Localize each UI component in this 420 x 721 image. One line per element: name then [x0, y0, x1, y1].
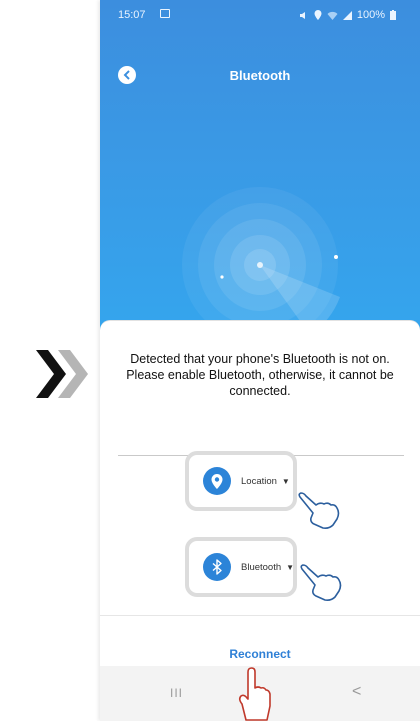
bluetooth-off-dialog: Detected that your phone's Bluetooth is … — [100, 320, 420, 721]
bluetooth-icon — [203, 553, 231, 581]
caret-down-icon: ▼ — [286, 562, 295, 572]
pointing-hand-icon — [298, 492, 340, 529]
caret-down-icon: ▼ — [281, 476, 290, 486]
mute-icon — [299, 11, 305, 19]
bluetooth-label: Bluetooth — [241, 561, 282, 573]
nav-back-button[interactable]: < — [352, 683, 361, 701]
battery-percent: 100% — [356, 9, 385, 21]
status-time: 15:07 — [118, 9, 146, 21]
location-label: Location — [241, 475, 277, 487]
phone-screen: 15:07 100% Bluetooth Detected that your … — [100, 0, 420, 721]
reconnect-button[interactable]: Reconnect — [100, 647, 420, 661]
bluetooth-permission-button[interactable]: Bluetooth ▼ — [185, 537, 297, 597]
bluetooth-off-message: Detected that your phone's Bluetooth is … — [126, 352, 394, 398]
location-permission-button[interactable]: Location ▼ — [185, 451, 297, 511]
battery-icon — [390, 10, 396, 20]
image-notification-icon — [160, 9, 170, 18]
divider — [100, 615, 420, 616]
pointing-hand-icon — [300, 564, 342, 601]
location-pin-icon — [203, 467, 231, 495]
bluetooth-header-panel: 15:07 100% Bluetooth — [100, 0, 420, 345]
page-title: Bluetooth — [229, 68, 291, 83]
location-status-icon — [314, 10, 322, 20]
double-chevron-icon — [36, 350, 88, 398]
pointing-hand-icon — [238, 667, 271, 721]
wifi-icon — [327, 11, 338, 20]
status-bar: 15:07 100% — [100, 0, 420, 30]
recents-button[interactable]: III — [170, 686, 183, 700]
signal-icon — [342, 10, 352, 20]
